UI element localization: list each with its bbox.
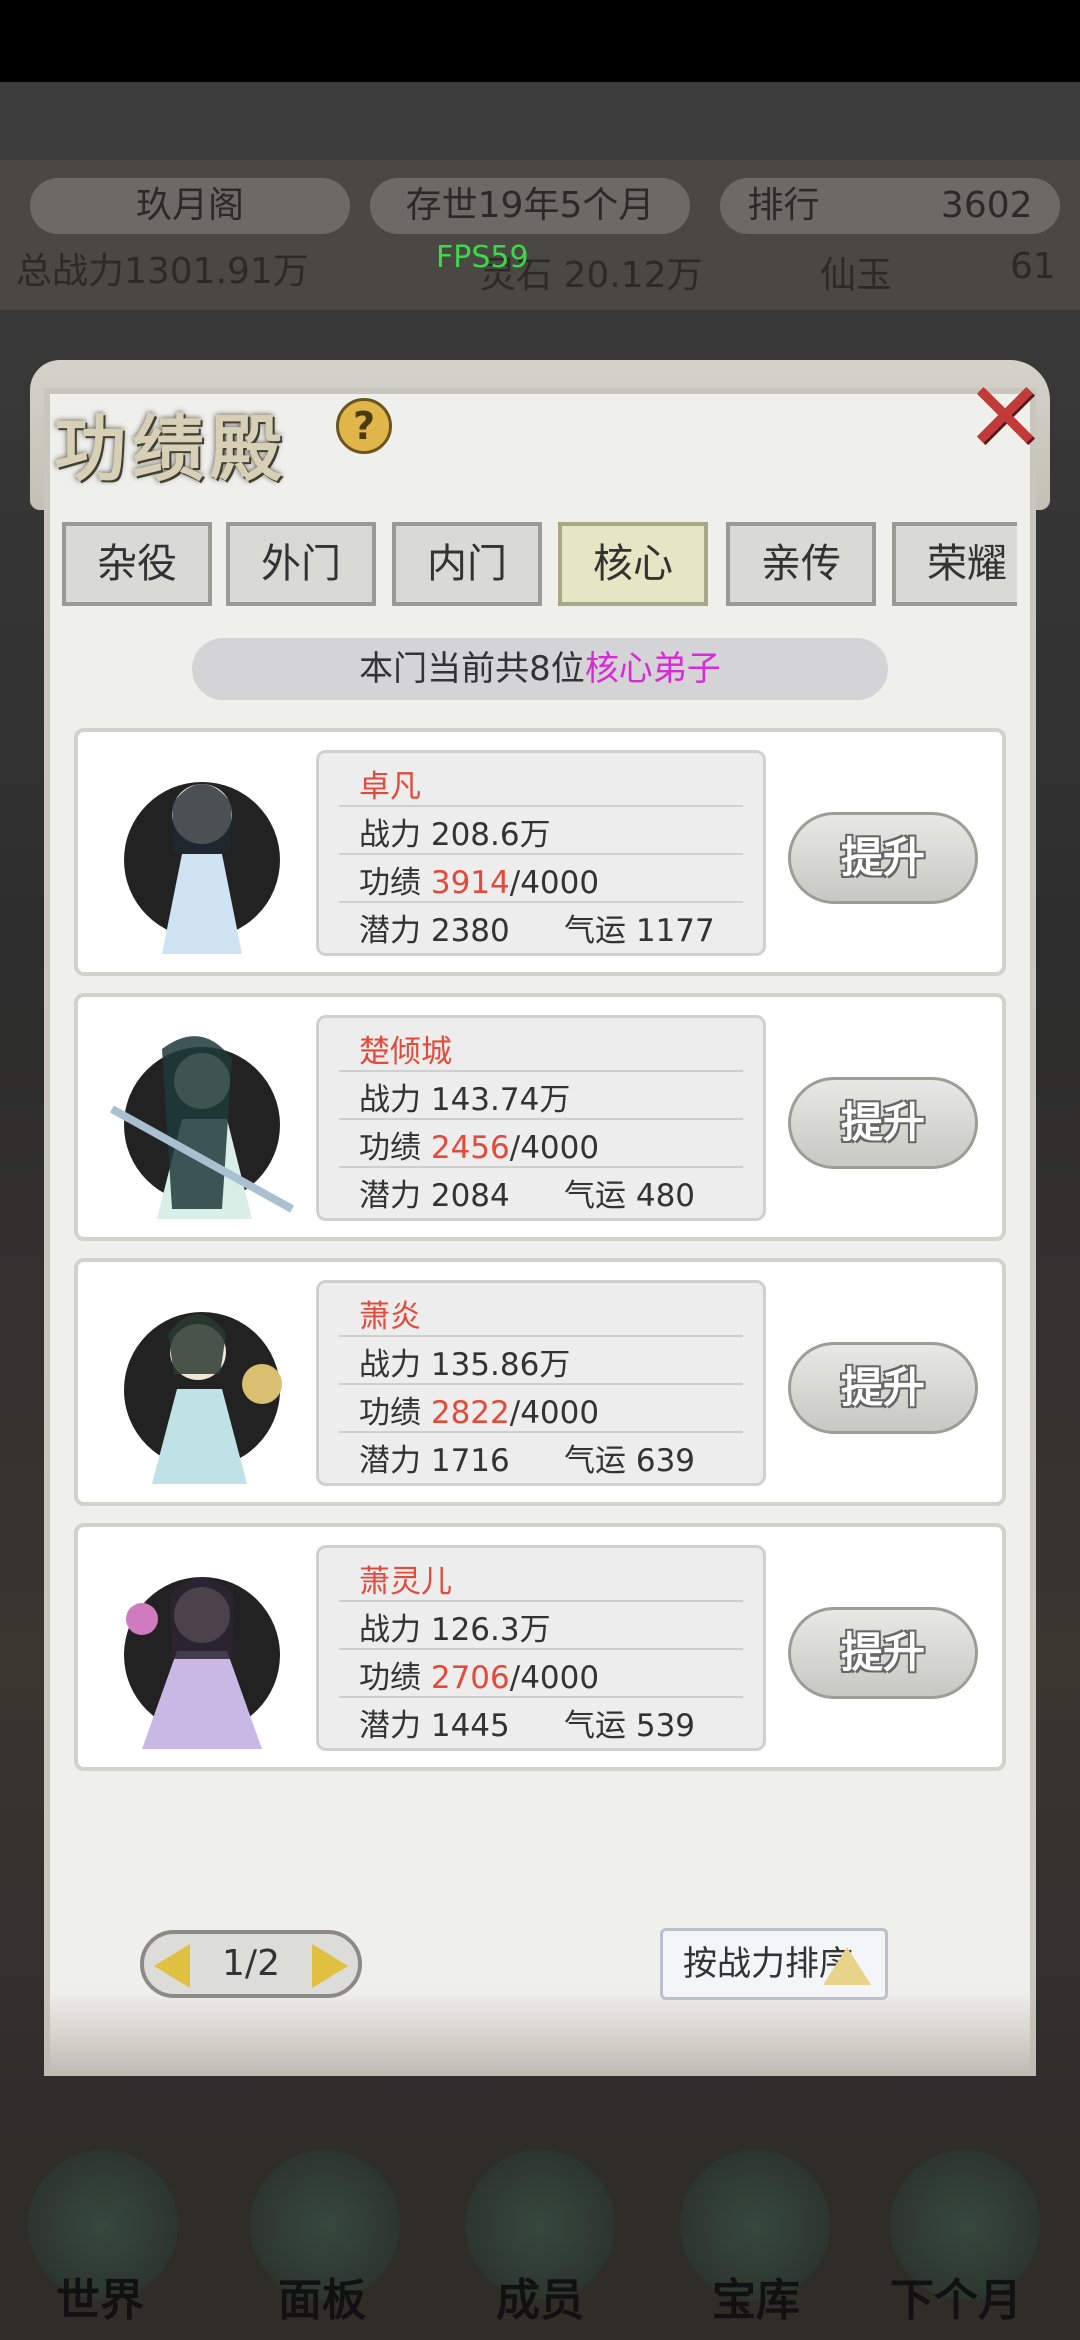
nav-members[interactable]: 成员: [496, 2264, 584, 2328]
tab-outer[interactable]: 外门: [226, 522, 376, 606]
nav-world[interactable]: 世界: [56, 2264, 144, 2328]
rank-label: 排行: [747, 185, 820, 226]
help-icon[interactable]: ?: [336, 398, 392, 454]
tab-inner[interactable]: 内门: [392, 522, 542, 606]
nav-panel[interactable]: 面板: [278, 2264, 366, 2328]
sort-button[interactable]: 按战力排序: [660, 1928, 888, 2000]
sect-name[interactable]: 玖月阁: [30, 178, 350, 234]
jade-label: 仙玉: [820, 255, 893, 296]
close-icon[interactable]: ✕: [960, 369, 1050, 465]
disciple-info: 萧灵儿 战力 126.3万 功绩 2706/4000 潜力 1445 气运 53…: [316, 1545, 766, 1751]
rank-tabs: 杂役 外门 内门 核心 亲传 荣耀: [62, 522, 1017, 610]
disciple-name: 萧灵儿: [359, 1564, 452, 1600]
disciple-merit: 功绩 3914/4000: [359, 865, 600, 901]
disciple-portrait: [124, 1577, 280, 1749]
disciple-card: 萧炎 战力 135.86万 功绩 2822/4000 潜力 1716 气运 63…: [74, 1258, 1006, 1506]
top-bar: 玖月阁 存世19年5个月 排行 3602 总战力1301.91万 灵石 20.1…: [0, 160, 1080, 310]
tab-servant[interactable]: 杂役: [62, 522, 212, 606]
disciple-potential: 潜力 1716: [359, 1443, 510, 1479]
disciple-potential: 潜力 2084: [359, 1178, 510, 1214]
nav-next-month[interactable]: 下个月: [890, 2264, 1022, 2328]
disciple-merit: 功绩 2456/4000: [359, 1130, 600, 1166]
bottom-nav: 世界 面板 成员 宝库 下个月: [0, 2130, 1080, 2340]
disciple-name: 卓凡: [359, 769, 421, 805]
promote-button[interactable]: 提升: [788, 1607, 978, 1699]
count-prefix: 本门当前共8位: [359, 649, 585, 689]
tab-core[interactable]: 核心: [558, 522, 708, 606]
nav-treasury[interactable]: 宝库: [712, 2264, 800, 2328]
promote-button[interactable]: 提升: [788, 812, 978, 904]
promote-button[interactable]: 提升: [788, 1077, 978, 1169]
jade-value: 61: [1010, 246, 1056, 287]
disciple-name: 楚倾城: [359, 1034, 452, 1070]
time-display: 存世19年5个月: [370, 178, 690, 234]
disciple-card: 楚倾城 战力 143.74万 功绩 2456/4000 潜力 2084 气运 4…: [74, 993, 1006, 1241]
fps-counter: FPS59: [436, 240, 529, 275]
disciple-name: 萧炎: [359, 1299, 421, 1335]
disciple-portrait: [110, 1036, 294, 1219]
disciple-luck: 气运 1177: [564, 913, 715, 949]
disciple-info: 萧炎 战力 135.86万 功绩 2822/4000 潜力 1716 气运 63…: [316, 1280, 766, 1486]
disciple-power: 战力 135.86万: [359, 1347, 571, 1383]
disciple-card: 萧灵儿 战力 126.3万 功绩 2706/4000 潜力 1445 气运 53…: [74, 1523, 1006, 1771]
pagination: 1/2: [140, 1930, 362, 1998]
disciple-info: 楚倾城 战力 143.74万 功绩 2456/4000 潜力 2084 气运 4…: [316, 1015, 766, 1221]
disciple-card: 卓凡 战力 208.6万 功绩 3914/4000 潜力 2380 气运 117…: [74, 728, 1006, 976]
total-power: 总战力1301.91万: [16, 251, 309, 292]
disciple-merit: 功绩 2822/4000: [359, 1395, 600, 1431]
disciple-potential: 潜力 1445: [359, 1708, 510, 1744]
disciple-power: 战力 143.74万: [359, 1082, 571, 1118]
rank-pill[interactable]: 排行 3602: [720, 178, 1060, 234]
disciple-count: 本门当前共8位核心弟子: [192, 638, 888, 700]
modal-footer-decoration: [44, 1990, 1036, 2076]
rank-value: 3602: [940, 185, 1033, 226]
disciple-luck: 气运 539: [564, 1708, 696, 1744]
disciple-portrait: [124, 1312, 282, 1484]
tab-personal[interactable]: 亲传: [726, 522, 876, 606]
disciple-potential: 潜力 2380: [359, 913, 510, 949]
disciple-info: 卓凡 战力 208.6万 功绩 3914/4000 潜力 2380 气运 117…: [316, 750, 766, 956]
disciple-luck: 气运 639: [564, 1443, 696, 1479]
disciple-power: 战力 208.6万: [359, 817, 551, 853]
tab-honor[interactable]: 荣耀: [892, 522, 1017, 606]
disciple-luck: 气运 480: [564, 1178, 696, 1214]
status-bar: [0, 0, 1080, 82]
promote-button[interactable]: 提升: [788, 1342, 978, 1434]
sort-triangle-icon: [823, 1947, 871, 1985]
count-highlight: 核心弟子: [584, 649, 721, 689]
disciple-merit: 功绩 2706/4000: [359, 1660, 600, 1696]
disciple-power: 战力 126.3万: [359, 1612, 551, 1648]
dialog-title: 功绩殿: [54, 406, 289, 491]
next-page-icon[interactable]: [312, 1944, 348, 1988]
disciple-portrait: [124, 782, 280, 954]
